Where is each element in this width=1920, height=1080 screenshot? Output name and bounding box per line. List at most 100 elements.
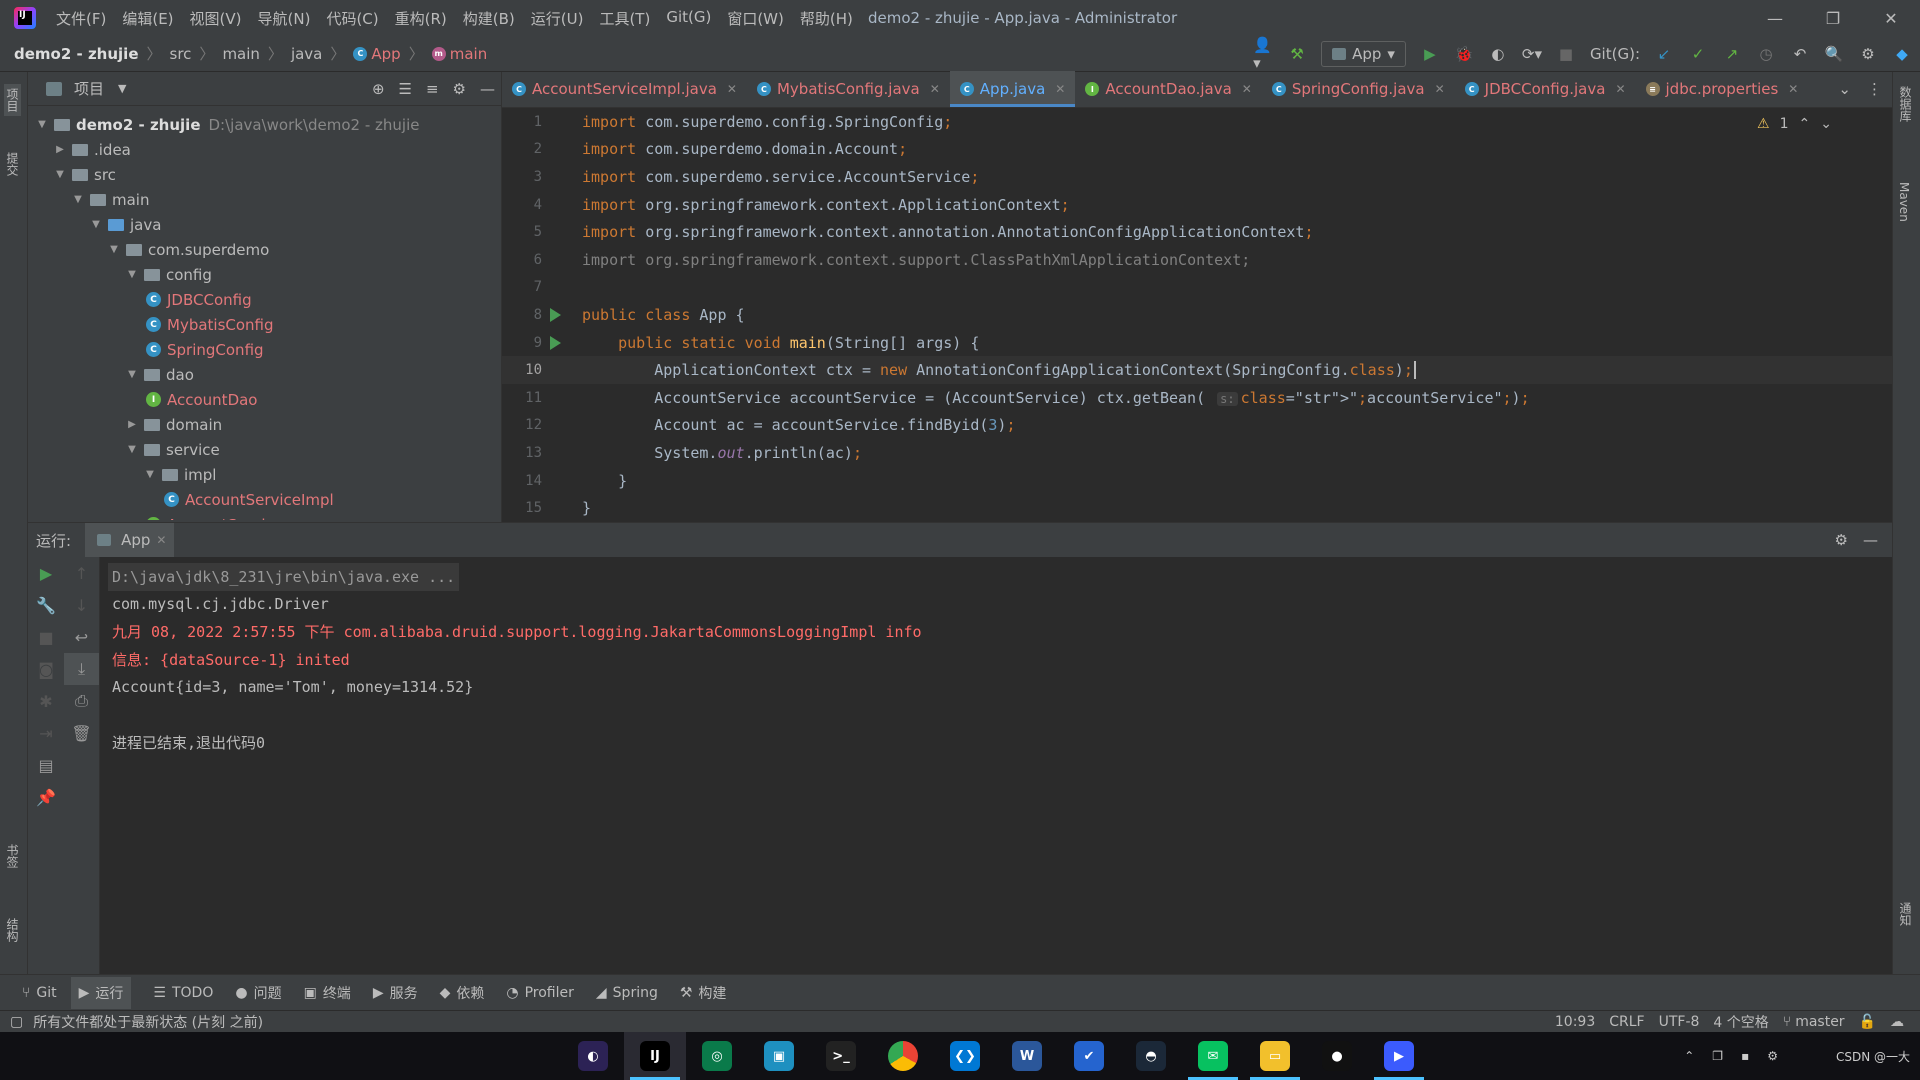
taskbar-app[interactable] bbox=[872, 1032, 934, 1080]
run-icon[interactable]: ▶ bbox=[1420, 44, 1440, 64]
tool-bookmarks-label[interactable]: 书签 bbox=[4, 844, 21, 868]
hide-icon[interactable]: — bbox=[480, 80, 495, 98]
chevron-right-icon[interactable]: ▶ bbox=[124, 419, 140, 430]
code-line[interactable]: 11 AccountService accountService = (Acco… bbox=[502, 384, 1892, 412]
editor-tab[interactable]: C MybatisConfig.java ✕ bbox=[747, 71, 950, 107]
close-icon[interactable]: ✕ bbox=[1242, 82, 1252, 96]
scroll-to-end-icon[interactable]: ⤓ bbox=[64, 653, 99, 685]
inspector-icon[interactable]: ☁ bbox=[1890, 1014, 1904, 1030]
breadcrumb-main[interactable]: main bbox=[222, 45, 259, 63]
wrench-icon[interactable]: 🔧 bbox=[28, 589, 64, 621]
menu-item[interactable]: 运行(U) bbox=[531, 8, 584, 29]
menu-item[interactable]: 帮助(H) bbox=[800, 8, 853, 29]
soft-wrap-icon[interactable]: ↩ bbox=[64, 621, 99, 653]
print-icon[interactable]: ⎙ bbox=[64, 685, 99, 717]
run-gutter-icon[interactable] bbox=[550, 335, 561, 350]
chevron-down-icon[interactable]: ▼ bbox=[70, 194, 86, 205]
taskbar-app[interactable]: ❮❯ bbox=[934, 1032, 996, 1080]
close-icon[interactable]: ✕ bbox=[1055, 82, 1065, 96]
stop-icon[interactable]: ■ bbox=[28, 621, 64, 653]
stop-icon[interactable]: ■ bbox=[1556, 44, 1576, 64]
tool-window-button[interactable]: ▶ 服务 bbox=[373, 983, 418, 1003]
locate-icon[interactable]: ⊕ bbox=[372, 80, 385, 98]
menu-item[interactable]: 导航(N) bbox=[258, 8, 311, 29]
code-area[interactable]: 1 import com.superdemo.config.SpringConfi… bbox=[502, 108, 1892, 522]
taskbar-app[interactable]: IJ bbox=[624, 1032, 686, 1080]
taskbar-app[interactable]: ▣ bbox=[748, 1032, 810, 1080]
close-icon[interactable]: ✕ bbox=[727, 82, 737, 96]
menu-item[interactable]: 代码(C) bbox=[326, 8, 378, 29]
taskbar-app[interactable]: W bbox=[996, 1032, 1058, 1080]
taskbar-app[interactable]: ✉ bbox=[1182, 1032, 1244, 1080]
coverage-icon[interactable]: ◐ bbox=[1488, 44, 1508, 64]
taskbar-app[interactable]: ◐ bbox=[562, 1032, 624, 1080]
code-line[interactable]: 1 import com.superdemo.config.SpringConfi… bbox=[502, 108, 1892, 136]
chevron-down-icon[interactable]: ▼ bbox=[124, 269, 140, 280]
tree-folder-item[interactable]: ▼ dao bbox=[28, 362, 501, 387]
tool-window-button[interactable]: ◆ 依赖 bbox=[440, 983, 485, 1003]
project-panel-title[interactable]: 项目 bbox=[74, 78, 104, 99]
tree-file-item[interactable]: C MybatisConfig bbox=[28, 312, 501, 337]
taskbar-app[interactable]: >_ bbox=[810, 1032, 872, 1080]
debug-icon[interactable]: 🐞 bbox=[1454, 44, 1474, 64]
code-line[interactable]: 2 import com.superdemo.domain.Account; bbox=[502, 136, 1892, 164]
expand-all-icon[interactable]: ☰ bbox=[399, 80, 412, 98]
taskbar-app[interactable]: ◓ bbox=[1120, 1032, 1182, 1080]
tree-file-item[interactable]: C JDBCConfig bbox=[28, 287, 501, 312]
rerun-icon[interactable]: ▶ bbox=[28, 557, 64, 589]
hide-icon[interactable]: — bbox=[1863, 531, 1878, 549]
tool-window-button[interactable]: ▶ 运行 bbox=[70, 976, 132, 1009]
close-icon[interactable]: ✕ bbox=[1435, 82, 1445, 96]
tree-folder-item[interactable]: ▼ main bbox=[28, 187, 501, 212]
profile-icon[interactable]: ⟳▾ bbox=[1522, 44, 1542, 64]
chevron-down-icon[interactable]: ▼ bbox=[142, 469, 158, 480]
menu-item[interactable]: 视图(V) bbox=[190, 8, 242, 29]
search-icon[interactable]: 🔍 bbox=[1824, 44, 1844, 64]
user-icon[interactable]: 👤▾ bbox=[1253, 36, 1273, 72]
tool-commit-label[interactable]: 提交 bbox=[4, 152, 21, 176]
exit-icon[interactable]: ⇥ bbox=[28, 717, 64, 749]
menu-item[interactable]: 编辑(E) bbox=[122, 8, 173, 29]
tree-folder-item[interactable]: ▶ .idea bbox=[28, 137, 501, 162]
code-line[interactable]: 4 import org.springframework.context.Appl… bbox=[502, 191, 1892, 219]
settings-gear-icon[interactable]: ⚙ bbox=[1858, 44, 1878, 64]
tree-folder-item[interactable]: ▶ domain bbox=[28, 412, 501, 437]
tool-window-button[interactable]: ◢ Spring bbox=[596, 985, 658, 1001]
minimize-icon[interactable]: — bbox=[1746, 0, 1804, 36]
tool-window-button[interactable]: ⚒ 构建 bbox=[680, 983, 727, 1003]
caret-position[interactable]: 10:93 bbox=[1555, 1014, 1595, 1030]
breadcrumb-app[interactable]: App bbox=[371, 45, 400, 63]
code-line[interactable]: 5 import org.springframework.context.anno… bbox=[502, 218, 1892, 246]
restore-icon[interactable]: ❐ bbox=[1804, 0, 1862, 36]
breadcrumb-project[interactable]: demo2 - zhujie bbox=[14, 45, 139, 63]
code-line[interactable]: 15} bbox=[502, 494, 1892, 522]
tool-database-label[interactable]: 数据库 bbox=[1897, 86, 1914, 122]
run-tab-app[interactable]: App ✕ bbox=[85, 523, 175, 557]
tree-file-item[interactable]: C AccountServiceImpl bbox=[28, 487, 501, 512]
gear-icon[interactable]: ⚙ bbox=[453, 80, 466, 98]
prev-highlight-icon[interactable]: ⌃ bbox=[1799, 116, 1811, 132]
status-square-icon[interactable]: ▢ bbox=[10, 1014, 23, 1030]
run-configuration-select[interactable]: App ▾ bbox=[1321, 41, 1406, 67]
pin-icon[interactable]: 📌 bbox=[28, 781, 64, 813]
chevron-down-icon[interactable]: ▼ bbox=[106, 244, 122, 255]
tree-file-item[interactable]: I AccountService bbox=[28, 512, 501, 520]
up-arrow-icon[interactable]: ↑ bbox=[64, 557, 99, 589]
git-update-icon[interactable]: ↙ bbox=[1654, 44, 1674, 64]
code-line[interactable]: 8 public class App { bbox=[502, 301, 1892, 329]
tool-window-button[interactable]: ◔ Profiler bbox=[506, 985, 574, 1001]
code-line[interactable]: 12 Account ac = accountService.findByid(… bbox=[502, 412, 1892, 440]
tree-folder-item[interactable]: ▼ com.superdemo bbox=[28, 237, 501, 262]
chevron-down-icon[interactable]: ▼ bbox=[52, 169, 68, 180]
tool-window-button[interactable]: ● 问题 bbox=[235, 983, 281, 1003]
console-output[interactable]: D:\java\jdk\8_231\jre\bin\java.exe ... co… bbox=[108, 557, 1892, 974]
layout-icon[interactable]: ▤ bbox=[28, 749, 64, 781]
tool-project-label[interactable]: 项目 bbox=[4, 84, 21, 116]
menu-item[interactable]: 文件(F) bbox=[56, 8, 106, 29]
menu-item[interactable]: 构建(B) bbox=[463, 8, 515, 29]
taskbar-app[interactable]: ▶ bbox=[1368, 1032, 1430, 1080]
menu-item[interactable]: 工具(T) bbox=[599, 8, 650, 29]
code-line[interactable]: 3 import com.superdemo.service.AccountSer… bbox=[502, 163, 1892, 191]
menu-item[interactable]: Git(G) bbox=[666, 8, 711, 29]
build-hammer-icon[interactable]: ⚒ bbox=[1287, 44, 1307, 64]
